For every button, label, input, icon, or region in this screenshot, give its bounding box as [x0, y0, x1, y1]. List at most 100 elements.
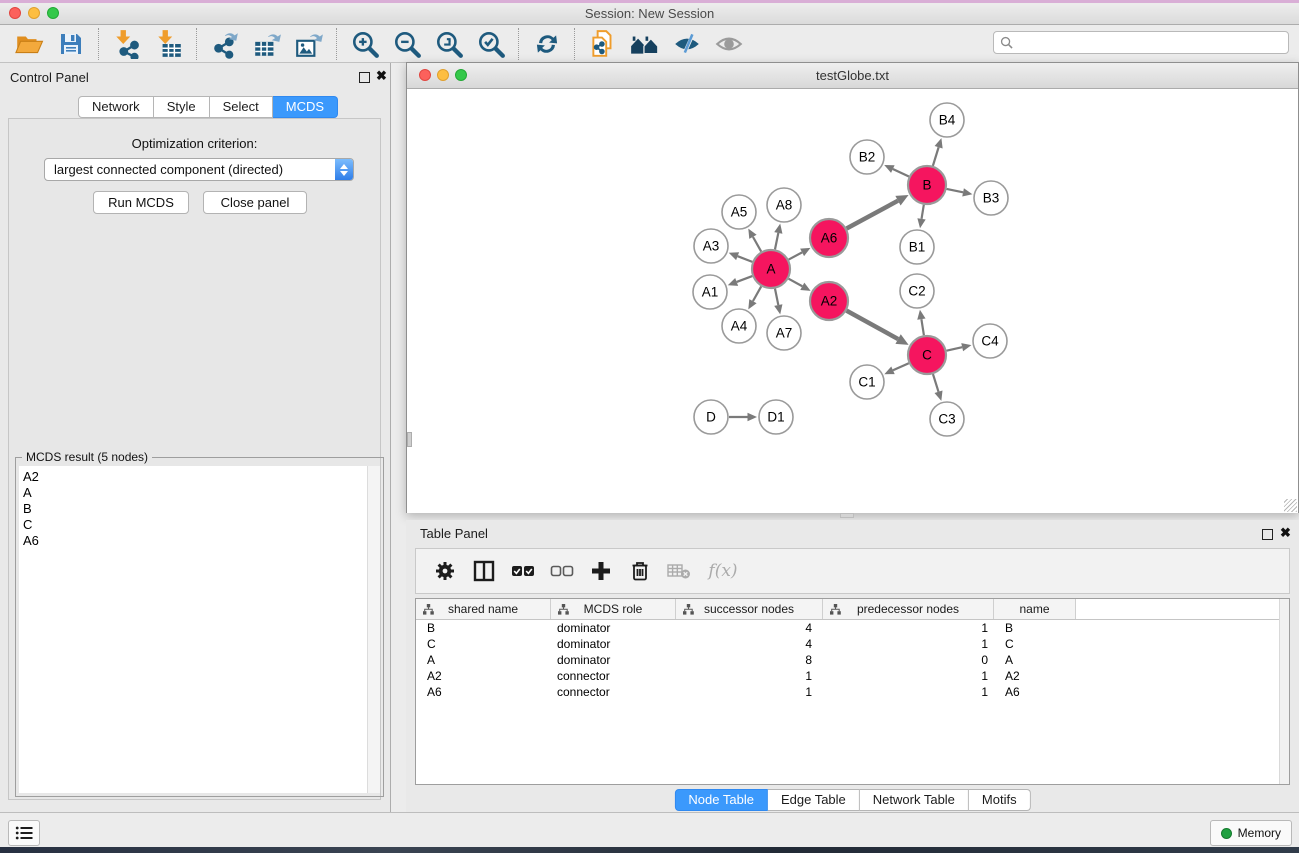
tab-mcds[interactable]: MCDS [273, 96, 338, 118]
tab-node-table[interactable]: Node Table [674, 789, 768, 811]
show-columns-button[interactable] [469, 556, 499, 586]
zoom-fit-button[interactable] [432, 28, 466, 60]
result-item[interactable]: A [19, 485, 380, 501]
edge-C-C3[interactable] [933, 374, 939, 392]
network-canvas[interactable]: B4 B2 B B3 A8 A5 A6 A3 B1 A A1 C2 A2 A4 A7 C4 C C1 D D1 C3 [407, 89, 1298, 513]
column-header-shared-name[interactable]: shared name [416, 599, 551, 619]
edge-A6-B[interactable] [847, 201, 898, 229]
column-header-predecessor-nodes[interactable]: predecessor nodes [823, 599, 994, 619]
edge-A-A6[interactable] [789, 252, 802, 259]
mcds-result-list[interactable]: A2ABCA6 [19, 466, 380, 793]
edge-B-B3[interactable] [947, 189, 963, 192]
memory-button[interactable]: Memory [1210, 820, 1292, 846]
tab-edge-table[interactable]: Edge Table [768, 789, 860, 811]
column-header-successor-nodes[interactable]: successor nodes [676, 599, 823, 619]
node-A4[interactable]: A4 [722, 309, 756, 343]
cytoscape-home-button[interactable] [628, 28, 662, 60]
export-table-button[interactable] [250, 28, 284, 60]
node-C4[interactable]: C4 [973, 324, 1007, 358]
hide-graphics-details-button[interactable] [670, 28, 704, 60]
edge-B-B1[interactable] [922, 205, 924, 219]
node-A7[interactable]: A7 [767, 316, 801, 350]
window-resize-grip[interactable] [1284, 499, 1297, 512]
node-B3[interactable]: B3 [974, 181, 1008, 215]
result-item[interactable]: B [19, 501, 380, 517]
edge-A-A8[interactable] [775, 233, 778, 249]
node-A2[interactable]: A2 [810, 282, 848, 320]
birds-eye-view-button[interactable] [712, 28, 746, 60]
result-item[interactable]: C [19, 517, 380, 533]
edge-A-A7[interactable] [775, 289, 778, 305]
node-B4[interactable]: B4 [930, 103, 964, 137]
edge-A-A1[interactable] [737, 276, 753, 282]
table-row[interactable]: A6connector11A6 [416, 684, 1289, 700]
node-C1[interactable]: C1 [850, 365, 884, 399]
run-mcds-button[interactable]: Run MCDS [93, 191, 189, 214]
node-C3[interactable]: C3 [930, 402, 964, 436]
edge-C-C4[interactable] [947, 347, 963, 350]
edge-A-A4[interactable] [753, 286, 761, 301]
zoom-selected-button[interactable] [474, 28, 508, 60]
select-all-button[interactable] [508, 556, 538, 586]
network-graph[interactable]: B4 B2 B B3 A8 A5 A6 A3 B1 A A1 C2 A2 A4 A7 C4 C C1 D D1 C3 [407, 89, 1298, 513]
refresh-button[interactable] [530, 28, 564, 60]
import-network-button[interactable] [110, 28, 144, 60]
node-A[interactable]: A [752, 250, 790, 288]
tab-style[interactable]: Style [154, 96, 210, 118]
edge-A-A3[interactable] [738, 256, 753, 262]
network-from-selection-button[interactable] [586, 28, 620, 60]
optimization-criterion-select[interactable]: largest connected component (directed) [44, 158, 354, 181]
node-A3[interactable]: A3 [694, 229, 728, 263]
delete-table-button[interactable] [664, 556, 694, 586]
node-B1[interactable]: B1 [900, 230, 934, 264]
tab-motifs[interactable]: Motifs [969, 789, 1031, 811]
close-table-panel-icon[interactable]: ✖ [1280, 526, 1291, 540]
search-input[interactable] [1013, 36, 1288, 50]
table-row[interactable]: Bdominator41B [416, 620, 1289, 636]
node-B2[interactable]: B2 [850, 140, 884, 174]
network-window-titlebar[interactable]: testGlobe.txt [407, 63, 1298, 89]
table-row[interactable]: Adominator80A [416, 652, 1289, 668]
result-item[interactable]: A2 [19, 469, 380, 485]
export-image-button[interactable] [292, 28, 326, 60]
delete-column-button[interactable] [625, 556, 655, 586]
edge-A-A5[interactable] [753, 237, 761, 252]
deselect-all-button[interactable] [547, 556, 577, 586]
table-scrollbar[interactable] [1279, 599, 1289, 784]
node-A6[interactable]: A6 [810, 219, 848, 257]
function-builder-button[interactable]: f(x) [703, 556, 743, 586]
column-header-MCDS-role[interactable]: MCDS role [551, 599, 676, 619]
zoom-in-button[interactable] [348, 28, 382, 60]
edge-A-A2[interactable] [789, 279, 803, 287]
open-session-button[interactable] [12, 28, 46, 60]
node-D[interactable]: D [694, 400, 728, 434]
node-C2[interactable]: C2 [900, 274, 934, 308]
edge-C-C1[interactable] [893, 363, 909, 370]
node-A5[interactable]: A5 [722, 195, 756, 229]
node-B[interactable]: B [908, 166, 946, 204]
close-panel-icon[interactable]: ✖ [376, 69, 387, 83]
node-C[interactable]: C [908, 336, 946, 374]
column-header-name[interactable]: name [994, 599, 1076, 619]
task-history-button[interactable] [8, 820, 40, 846]
node-D1[interactable]: D1 [759, 400, 793, 434]
edge-C-C2[interactable] [921, 319, 924, 335]
zoom-out-button[interactable] [390, 28, 424, 60]
tab-select[interactable]: Select [210, 96, 273, 118]
tab-network-table[interactable]: Network Table [860, 789, 969, 811]
splitter-handle-left[interactable] [407, 432, 412, 447]
edge-A2-C[interactable] [847, 311, 899, 339]
import-table-button[interactable] [152, 28, 186, 60]
table-row[interactable]: A2connector11A2 [416, 668, 1289, 684]
close-panel-button[interactable]: Close panel [203, 191, 307, 214]
splitter-handle-bottom[interactable] [840, 513, 854, 518]
table-settings-button[interactable] [430, 556, 460, 586]
float-panel-icon[interactable] [359, 72, 370, 83]
node-A8[interactable]: A8 [767, 188, 801, 222]
node-A1[interactable]: A1 [693, 275, 727, 309]
save-session-button[interactable] [54, 28, 88, 60]
result-item[interactable]: A6 [19, 533, 380, 549]
result-scrollbar[interactable] [367, 466, 380, 793]
export-network-button[interactable] [208, 28, 242, 60]
float-table-panel-icon[interactable] [1262, 529, 1273, 540]
